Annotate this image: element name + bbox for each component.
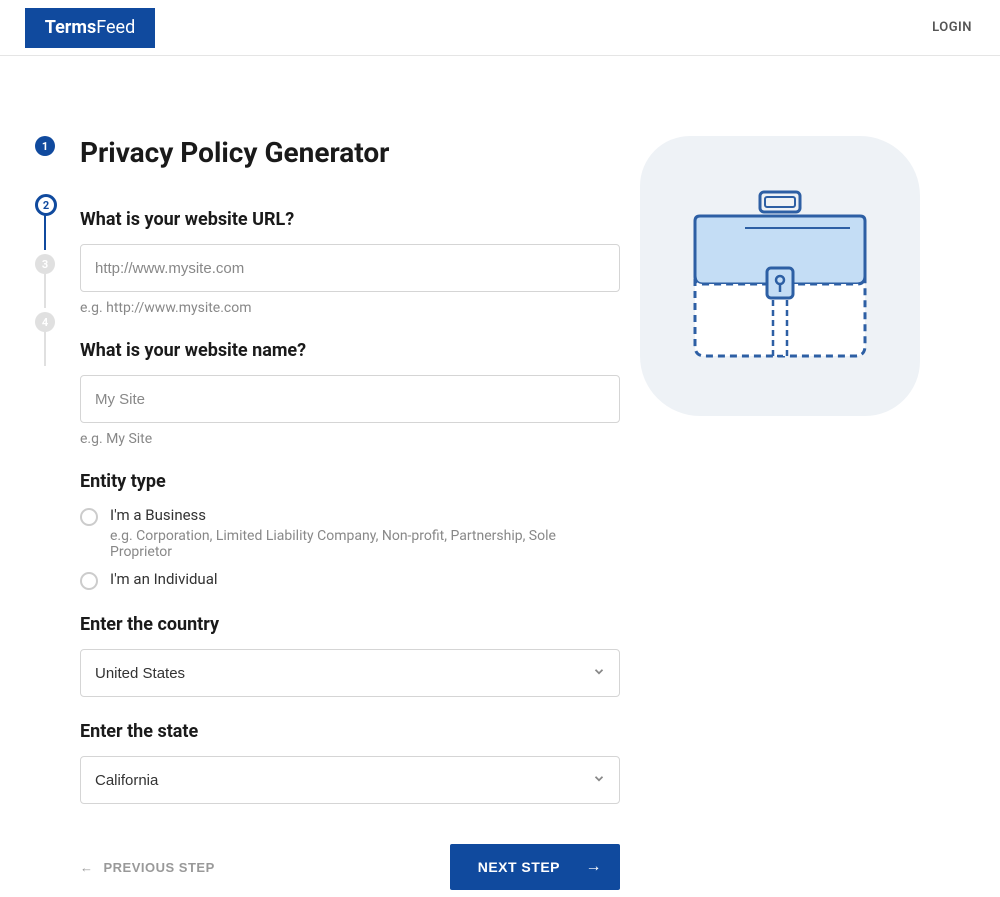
label-state: Enter the state bbox=[80, 721, 620, 742]
field-state: Enter the state California bbox=[80, 721, 620, 804]
select-state[interactable]: California bbox=[80, 756, 620, 804]
previous-step-button[interactable]: ← PREVIOUS STEP bbox=[80, 860, 215, 875]
briefcase-icon bbox=[685, 186, 875, 366]
next-step-button[interactable]: NEXT STEP → bbox=[450, 844, 620, 890]
next-step-label: NEXT STEP bbox=[478, 859, 560, 875]
header: TermsFeed LOGIN bbox=[0, 0, 1000, 56]
radio-individual[interactable]: I'm an Individual bbox=[80, 570, 620, 590]
radio-business[interactable]: I'm a Business e.g. Corporation, Limited… bbox=[80, 506, 620, 560]
radio-business-label: I'm a Business bbox=[110, 506, 620, 524]
input-website-url[interactable] bbox=[80, 244, 620, 292]
label-entity-type: Entity type bbox=[80, 471, 620, 492]
arrow-left-icon: ← bbox=[80, 860, 94, 875]
step-3: 3 bbox=[35, 254, 55, 274]
select-country[interactable]: United States bbox=[80, 649, 620, 697]
main-form: Privacy Policy Generator What is your we… bbox=[80, 136, 640, 890]
field-website-url: What is your website URL? e.g. http://ww… bbox=[80, 209, 620, 316]
arrow-right-icon: → bbox=[586, 858, 603, 876]
radio-business-helper: e.g. Corporation, Limited Liability Comp… bbox=[110, 528, 620, 560]
field-country: Enter the country United States bbox=[80, 614, 620, 697]
form-actions: ← PREVIOUS STEP NEXT STEP → bbox=[80, 844, 620, 890]
helper-website-url: e.g. http://www.mysite.com bbox=[80, 300, 620, 316]
illustration-bg bbox=[640, 136, 920, 416]
label-website-name: What is your website name? bbox=[80, 340, 620, 361]
helper-website-name: e.g. My Site bbox=[80, 431, 620, 447]
step-connector bbox=[44, 268, 46, 308]
step-connector bbox=[44, 326, 46, 366]
step-1[interactable]: 1 bbox=[35, 136, 55, 156]
label-website-url: What is your website URL? bbox=[80, 209, 620, 230]
container: 1 2 3 4 Privacy Policy Generator What is… bbox=[0, 56, 1000, 890]
side-illustration bbox=[640, 136, 940, 890]
radio-icon bbox=[80, 572, 98, 590]
step-4: 4 bbox=[35, 312, 55, 332]
login-link[interactable]: LOGIN bbox=[932, 20, 972, 35]
field-entity-type: Entity type I'm a Business e.g. Corporat… bbox=[80, 471, 620, 590]
radio-icon bbox=[80, 508, 98, 526]
field-website-name: What is your website name? e.g. My Site bbox=[80, 340, 620, 447]
logo-light: Feed bbox=[96, 17, 135, 38]
page-title: Privacy Policy Generator bbox=[80, 136, 620, 169]
stepper: 1 2 3 4 bbox=[0, 136, 80, 890]
logo-bold: Terms bbox=[45, 17, 97, 38]
logo[interactable]: TermsFeed bbox=[25, 8, 155, 48]
label-country: Enter the country bbox=[80, 614, 620, 635]
radio-individual-label: I'm an Individual bbox=[110, 570, 620, 588]
step-2[interactable]: 2 bbox=[35, 194, 57, 216]
input-website-name[interactable] bbox=[80, 375, 620, 423]
step-connector bbox=[44, 210, 46, 250]
previous-step-label: PREVIOUS STEP bbox=[104, 860, 215, 875]
